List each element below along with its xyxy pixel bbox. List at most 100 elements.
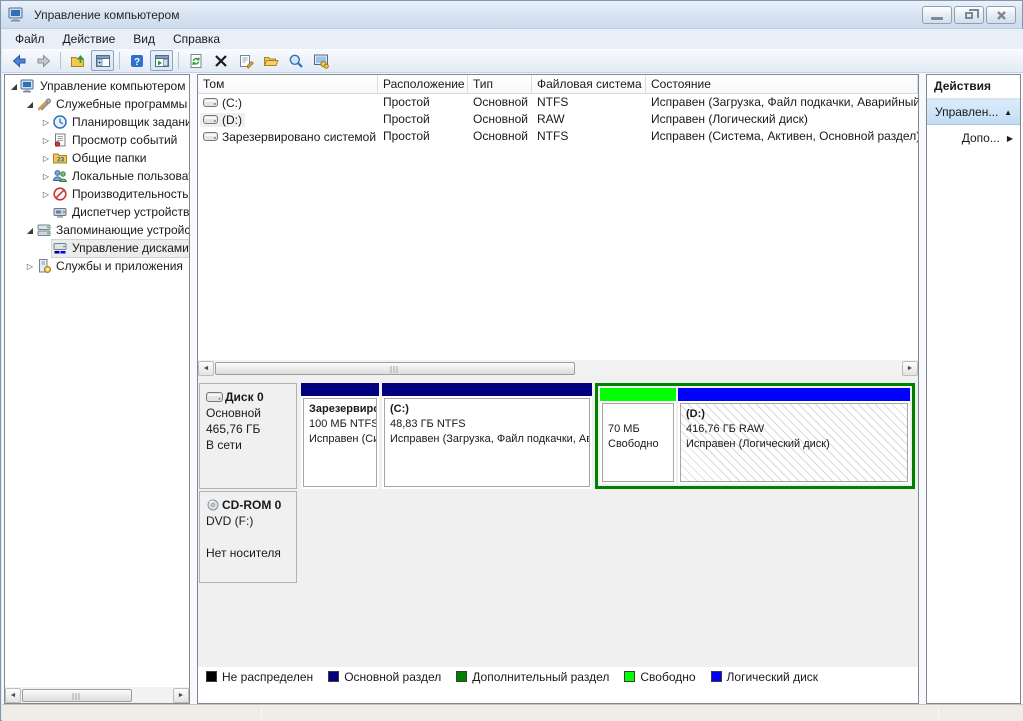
actions-section-disk-management[interactable]: Управлен... ▲ xyxy=(927,99,1020,125)
close-button[interactable] xyxy=(986,6,1016,24)
volume-layout: Простой xyxy=(378,128,468,145)
collapse-arrow-icon[interactable]: ▲ xyxy=(1004,108,1012,117)
menu-help[interactable]: Справка xyxy=(164,30,229,48)
volume-list-horizontal-scrollbar[interactable]: ◄ ► xyxy=(198,360,918,376)
cdrom0-label[interactable]: CD-ROM 0 DVD (F:) Нет носителя xyxy=(199,491,297,583)
expand-arrow-icon[interactable]: ▷ xyxy=(40,190,52,199)
tree-item-performance[interactable]: ▷ Производительность xyxy=(5,185,189,203)
tree-horizontal-scrollbar[interactable]: ◄ ► xyxy=(5,687,189,703)
minimize-button[interactable] xyxy=(922,6,952,24)
column-header-status[interactable]: Состояние xyxy=(646,75,918,93)
volume-name: (C:) xyxy=(222,96,242,110)
restore-button[interactable] xyxy=(954,6,984,24)
expand-arrow-icon[interactable]: ▷ xyxy=(40,154,52,163)
expand-arrow-icon[interactable]: ▷ xyxy=(24,262,36,271)
scroll-right-arrow-icon[interactable]: ► xyxy=(902,361,918,376)
legend-item-unallocated: Не распределен xyxy=(206,670,313,684)
scrollbar-thumb[interactable] xyxy=(22,689,132,702)
minimize-icon xyxy=(931,17,943,20)
delete-button[interactable] xyxy=(209,50,232,71)
column-header-filesystem[interactable]: Файловая система xyxy=(532,75,646,93)
cdrom-drive-letter: DVD (F:) xyxy=(206,513,292,529)
legend-label: Логический диск xyxy=(727,670,819,684)
back-button[interactable] xyxy=(7,50,30,71)
volume-name: Зарезервировано системой xyxy=(222,130,376,144)
volume-status: Исправен (Загрузка, Файл подкачки, Авари… xyxy=(646,94,918,111)
tree-item-event-viewer[interactable]: ▷ Просмотр событий xyxy=(5,131,189,149)
help-button[interactable]: ? xyxy=(125,50,148,71)
partition-c[interactable]: (C:) 48,83 ГБ NTFS Исправен (Загрузка, Ф… xyxy=(382,383,592,489)
expand-arrow-icon[interactable]: ▷ xyxy=(40,172,52,181)
tree-item-services-and-applications[interactable]: ▷ Службы и приложения xyxy=(5,257,189,275)
volume-type: Основной xyxy=(468,128,532,145)
volume-row-d[interactable]: (D:) Простой Основной RAW Исправен (Логи… xyxy=(198,111,918,128)
volume-icon xyxy=(203,132,218,141)
toolbar: ? xyxy=(2,49,1023,73)
console-gear-icon xyxy=(313,53,329,69)
volume-filesystem: NTFS xyxy=(532,128,646,145)
console-options-button[interactable] xyxy=(309,50,332,71)
scroll-left-arrow-icon[interactable]: ◄ xyxy=(198,361,214,376)
expand-arrow-icon[interactable]: ◢ xyxy=(8,82,20,91)
volume-row-system-reserved[interactable]: Зарезервировано системой Простой Основно… xyxy=(198,128,918,145)
tree-item-disk-management[interactable]: Управление дисками xyxy=(5,239,189,257)
forward-button[interactable] xyxy=(32,50,55,71)
tree-item-computer-management[interactable]: ◢ Управление компьютером (локальным) xyxy=(5,77,189,95)
menu-file[interactable]: Файл xyxy=(6,30,54,48)
partition-status: Исправен (Логический диск) xyxy=(686,437,906,452)
toggle-console-tree-button[interactable] xyxy=(91,50,114,71)
column-header-type[interactable]: Тип xyxy=(468,75,532,93)
tools-icon xyxy=(36,96,52,112)
expand-arrow-icon[interactable]: ▷ xyxy=(40,118,52,127)
event-viewer-icon xyxy=(52,132,68,148)
refresh-button[interactable] xyxy=(184,50,207,71)
properties-button[interactable] xyxy=(234,50,257,71)
tree-item-label: Службы и приложения xyxy=(56,259,183,273)
menu-view[interactable]: Вид xyxy=(124,30,164,48)
tree-item-local-users-and-groups[interactable]: ▷ Локальные пользователи и группы xyxy=(5,167,189,185)
free-space-block[interactable]: 70 МБ Свободно xyxy=(600,388,676,484)
actions-pane: Действия Управлен... ▲ Допо... ▶ xyxy=(926,74,1021,704)
refresh-icon xyxy=(188,53,204,69)
scroll-right-arrow-icon[interactable]: ► xyxy=(173,688,189,703)
tree-item-task-scheduler[interactable]: ▷ Планировщик заданий xyxy=(5,113,189,131)
status-bar-divider xyxy=(261,708,262,718)
disk-management-icon xyxy=(52,240,68,256)
expand-arrow-icon[interactable]: ▷ xyxy=(40,136,52,145)
disk0-label[interactable]: Диск 0 Основной 465,76 ГБ В сети xyxy=(199,383,297,489)
legend-label: Дополнительный раздел xyxy=(472,670,609,684)
disk-management-view: Том Расположение Тип Файловая система Со… xyxy=(197,74,919,704)
restore-icon xyxy=(965,12,973,19)
tree-item-shared-folders[interactable]: ▷ 23 Общие папки xyxy=(5,149,189,167)
column-header-volume[interactable]: Том xyxy=(198,75,378,93)
volume-type: Основной xyxy=(468,94,532,111)
performance-icon xyxy=(52,186,68,202)
actions-item-more-actions[interactable]: Допо... ▶ xyxy=(927,125,1020,151)
volume-row-c[interactable]: (C:) Простой Основной NTFS Исправен (Заг… xyxy=(198,94,918,111)
task-scheduler-icon xyxy=(52,114,68,130)
free-color-swatch xyxy=(624,671,635,682)
toggle-action-pane-button[interactable] xyxy=(150,50,173,71)
tree-item-device-manager[interactable]: Диспетчер устройств xyxy=(5,203,189,221)
legend-label: Свободно xyxy=(640,670,695,684)
disk-name: Диск 0 xyxy=(225,389,264,405)
volume-status: Исправен (Система, Активен, Основной раз… xyxy=(646,128,918,145)
volume-icon xyxy=(203,115,218,124)
partition-d[interactable]: (D:) 416,76 ГБ RAW Исправен (Логический … xyxy=(678,388,910,484)
menu-action[interactable]: Действие xyxy=(54,30,125,48)
expand-arrow-icon[interactable]: ◢ xyxy=(24,100,36,109)
find-button[interactable] xyxy=(284,50,307,71)
legend-item-primary-partition: Основной раздел xyxy=(328,670,441,684)
scroll-left-arrow-icon[interactable]: ◄ xyxy=(5,688,21,703)
expand-arrow-icon[interactable]: ◢ xyxy=(24,226,36,235)
scrollbar-thumb[interactable] xyxy=(215,362,575,375)
volume-name: (D:) xyxy=(222,113,242,127)
computer-management-window: Управление компьютером Файл Действие Вид… xyxy=(0,0,1023,721)
tree-item-system-tools[interactable]: ◢ Служебные программы xyxy=(5,95,189,113)
tree-item-storage[interactable]: ◢ Запоминающие устройства xyxy=(5,221,189,239)
folder-up-icon xyxy=(70,53,86,69)
column-header-layout[interactable]: Расположение xyxy=(378,75,468,93)
open-button[interactable] xyxy=(259,50,282,71)
partition-system-reserved[interactable]: Зарезервировано 100 МБ NTFS Исправен (Си… xyxy=(301,383,379,489)
show-tree-folder-button[interactable] xyxy=(66,50,89,71)
